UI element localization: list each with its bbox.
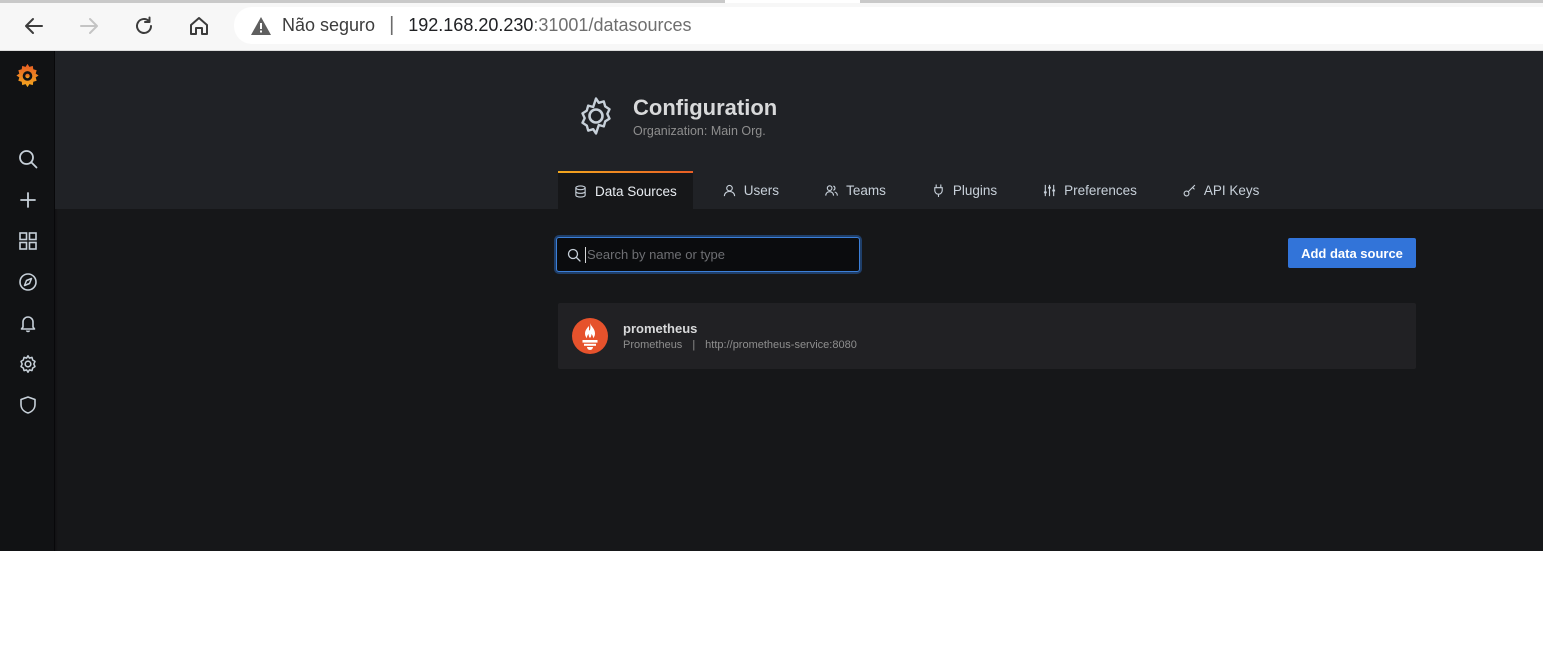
meta-separator: | [692,339,696,351]
url-host: 192.168.20.230 [408,15,534,35]
security-label: Não seguro [282,15,376,35]
shield-icon[interactable] [17,394,39,416]
home-icon [190,17,208,35]
search-icon[interactable] [17,148,39,170]
address-bar[interactable]: Não seguro | 192.168.20.230 :31001/datas… [234,7,1543,44]
tab-teams[interactable]: Teams [809,171,902,209]
prometheus-logo-icon [572,318,608,354]
home-button[interactable] [182,9,216,43]
reload-icon [136,16,152,34]
page-header: Configuration Organization: Main Org. Da… [55,51,1543,209]
datasource-card[interactable]: prometheus Prometheus | http://prometheu… [558,303,1416,369]
tab-preferences[interactable]: Preferences [1027,171,1153,209]
page-subtitle: Organization: Main Org. [633,124,766,138]
tab-plugins[interactable]: Plugins [916,171,1013,209]
key-icon [1183,184,1196,196]
tab-api-keys[interactable]: API Keys [1167,171,1276,209]
explore-icon[interactable] [17,271,39,293]
tab-label: Teams [846,182,886,198]
users-icon [825,184,838,196]
browser-toolbar: Não seguro | 192.168.20.230 :31001/datas… [0,0,1543,51]
search-icon [567,248,581,262]
arrow-left-icon [25,18,43,34]
grafana-app: Configuration Organization: Main Org. Da… [0,51,1543,551]
address-separator: | [389,14,395,36]
plug-icon [934,183,943,197]
database-icon [575,184,586,198]
datasource-meta: Prometheus | http://prometheus-service:8… [623,339,857,351]
plus-icon[interactable] [17,189,39,211]
warning-icon [251,16,271,35]
tab-label: Data Sources [595,183,677,199]
tab-data-sources[interactable]: Data Sources [558,171,693,209]
datasource-url: http://prometheus-service:8080 [705,339,857,351]
config-tabs: Data Sources Users Teams Plugins Prefere… [558,171,1289,209]
url-path: :31001/datasources [533,15,692,35]
text-caret [585,247,586,263]
user-icon [723,184,735,196]
tab-label: Plugins [952,182,998,198]
add-data-source-button[interactable]: Add data source [1288,238,1416,268]
tab-users[interactable]: Users [707,171,795,209]
back-button[interactable] [17,9,51,43]
configuration-icon[interactable] [17,353,39,375]
tab-label: API Keys [1203,182,1260,198]
tab-label: Preferences [1064,182,1137,198]
grafana-logo-icon[interactable] [14,62,41,89]
forward-button[interactable] [72,9,106,43]
alerting-icon[interactable] [17,312,39,334]
dashboards-icon[interactable] [17,230,39,252]
side-menu [0,51,58,551]
search-field[interactable] [556,237,860,272]
gear-icon [581,97,611,135]
datasource-name: prometheus [623,321,698,336]
reload-button[interactable] [127,9,161,43]
datasource-type: Prometheus [623,339,683,351]
active-tab-edge [725,0,860,3]
page-title: Configuration [633,95,778,120]
sliders-icon [1044,184,1056,196]
tab-label: Users [743,182,780,198]
search-input[interactable] [587,247,847,262]
arrow-right-icon [80,18,98,34]
